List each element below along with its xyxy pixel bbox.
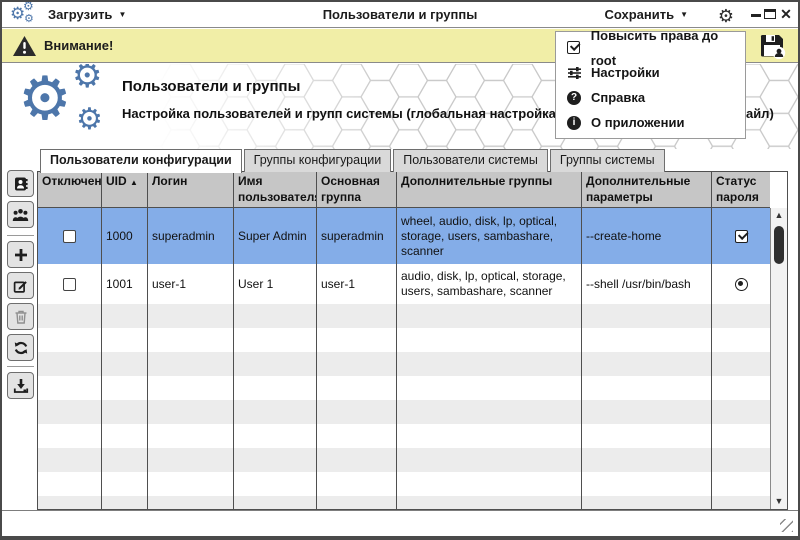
minimize-button[interactable]: [750, 2, 764, 28]
tab-system-groups[interactable]: Группы системы: [549, 149, 665, 172]
close-button[interactable]: ✕: [778, 2, 794, 28]
vertical-scrollbar[interactable]: ▲ ▼: [770, 208, 787, 509]
menu-item-help[interactable]: ? Справка: [556, 85, 745, 110]
password-status-cell: [712, 264, 770, 304]
login-cell: superadmin: [148, 208, 234, 264]
sidebar-separator: [7, 235, 34, 236]
save-user-file-icon[interactable]: [759, 33, 786, 59]
primary-group-cell: user-1: [317, 264, 397, 304]
delete-user-button[interactable]: [7, 303, 34, 330]
user-card-view-button[interactable]: [7, 170, 34, 197]
login-cell: user-1: [148, 264, 234, 304]
plus-icon: [14, 248, 27, 261]
col-header-name[interactable]: Имя пользователя: [234, 172, 317, 207]
import-button[interactable]: [7, 372, 34, 399]
checked-checkbox-icon[interactable]: [734, 229, 748, 243]
chevron-down-icon: ▼: [118, 10, 127, 19]
password-status-cell: [712, 208, 770, 264]
contact-book-icon: [14, 177, 28, 190]
info-circle-icon: i: [566, 115, 582, 130]
add-user-button[interactable]: [7, 241, 34, 268]
load-button[interactable]: Загрузить ▼: [48, 2, 126, 28]
edit-user-button[interactable]: [7, 272, 34, 299]
radio-selected-icon[interactable]: [734, 277, 748, 291]
question-circle-icon: ?: [566, 90, 582, 105]
extra-groups-cell: audio, disk, lp, optical, storage, users…: [397, 264, 582, 304]
trash-icon: [15, 310, 26, 324]
col-header-uid[interactable]: UID ▲: [102, 172, 148, 207]
menu-item-about[interactable]: i О приложении: [556, 110, 745, 135]
uid-cell: 1000: [102, 208, 148, 264]
scroll-up-icon[interactable]: ▲: [771, 208, 787, 223]
menu-item-elevate-root[interactable]: Повысить права до root: [556, 28, 745, 68]
status-bar: [2, 510, 798, 536]
col-header-extra-params[interactable]: Дополнительные параметры: [582, 172, 712, 207]
table-row[interactable]: 1000 superadmin Super Admin superadmin w…: [38, 208, 770, 264]
users-table: Отключен UID ▲ Логин Имя пользователя Ос…: [37, 171, 788, 510]
name-cell: Super Admin: [234, 208, 317, 264]
empty-rows-area: [38, 304, 770, 509]
col-header-primary-group[interactable]: Основная группа: [317, 172, 397, 207]
table-row[interactable]: 1001 user-1 User 1 user-1 audio, disk, l…: [38, 264, 770, 304]
scrollbar-thumb[interactable]: [774, 226, 784, 264]
extra-params-cell: --create-home: [582, 208, 712, 264]
extra-groups-cell: wheel, audio, disk, lp, optical, storage…: [397, 208, 582, 264]
refresh-button[interactable]: [7, 334, 34, 361]
chevron-down-icon: ▼: [680, 10, 688, 19]
unchecked-checkbox-icon[interactable]: [63, 229, 76, 243]
col-header-extra-groups[interactable]: Дополнительные группы: [397, 172, 582, 207]
page-title: Пользователи и группы: [122, 78, 301, 95]
sidebar-separator: [7, 366, 34, 367]
warning-text: Внимание!: [44, 38, 114, 53]
app-gears-icon: ⚙ ⚙ ⚙: [10, 0, 34, 25]
tab-bar: Пользователи конфигурации Группы конфигу…: [40, 149, 665, 173]
maximize-button[interactable]: [764, 2, 778, 28]
scroll-down-icon[interactable]: ▼: [771, 494, 787, 509]
checked-checkbox-icon: [566, 41, 582, 54]
edit-pencil-icon: [13, 280, 27, 293]
col-header-disabled[interactable]: Отключен: [38, 172, 102, 207]
app-logo-gears: ⚙ ⚙ ⚙: [18, 64, 103, 136]
col-header-password-status[interactable]: Статус пароля: [712, 172, 770, 207]
app-window: ⚙ ⚙ ⚙ Загрузить ▼ Пользователи и группы С…: [0, 0, 800, 540]
disabled-cell: [38, 208, 102, 264]
sliders-icon: [566, 66, 582, 80]
user-group-view-button[interactable]: [7, 201, 34, 228]
resize-grip[interactable]: [780, 519, 793, 532]
extra-params-cell: --shell /usr/bin/bash: [582, 264, 712, 304]
name-cell: User 1: [234, 264, 317, 304]
download-tray-icon: [13, 378, 28, 393]
refresh-icon: [14, 341, 27, 354]
warning-icon: [12, 35, 37, 57]
table-header-row: Отключен UID ▲ Логин Имя пользователя Ос…: [38, 172, 770, 208]
unchecked-checkbox-icon[interactable]: [63, 277, 76, 291]
uid-cell: 1001: [102, 264, 148, 304]
settings-dropdown-menu: Повысить права до root Настройки ? Справ…: [555, 28, 746, 139]
tab-config-groups[interactable]: Группы конфигурации: [243, 149, 392, 172]
tab-config-users[interactable]: Пользователи конфигурации: [40, 149, 242, 173]
col-header-login[interactable]: Логин: [148, 172, 234, 207]
menu-item-settings[interactable]: Настройки: [556, 60, 745, 85]
disabled-cell: [38, 264, 102, 304]
people-group-icon: [12, 208, 29, 221]
sort-asc-icon: ▲: [130, 178, 138, 187]
tab-system-users[interactable]: Пользователи системы: [393, 149, 548, 172]
primary-group-cell: superadmin: [317, 208, 397, 264]
